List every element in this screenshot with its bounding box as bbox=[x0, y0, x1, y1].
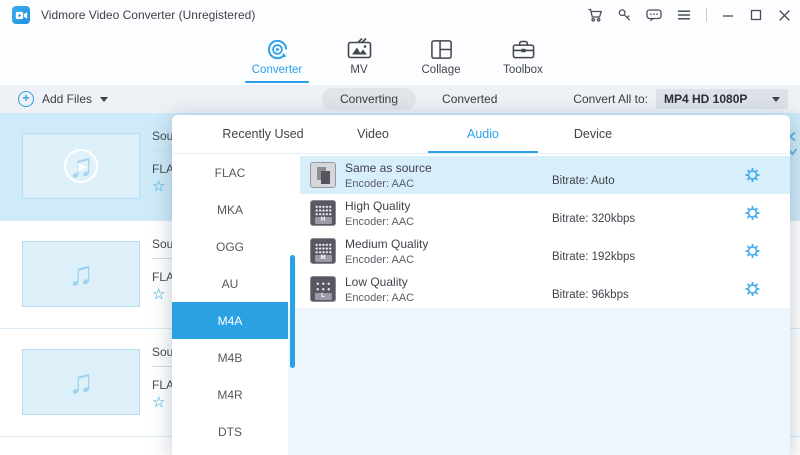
register-key-icon[interactable] bbox=[617, 8, 632, 23]
preset-row-high-quality[interactable]: H High Quality Encoder: AAC Bitrate: 320… bbox=[300, 194, 790, 232]
nav-tab-label: MV bbox=[350, 64, 367, 76]
preset-name: Medium Quality bbox=[345, 237, 428, 251]
format-item-ogg[interactable]: OGG bbox=[172, 228, 288, 265]
preset-bitrate: Bitrate: 320kbps bbox=[552, 213, 635, 225]
add-files-button[interactable]: + Add Files bbox=[18, 91, 108, 107]
feedback-icon[interactable] bbox=[646, 8, 662, 23]
nav-tab-collage[interactable]: Collage bbox=[402, 36, 480, 82]
preset-row-medium-quality[interactable]: M Medium Quality Encoder: AAC Bitrate: 1… bbox=[300, 232, 790, 270]
converter-icon bbox=[265, 36, 290, 62]
popup-tab-video[interactable]: Video bbox=[318, 115, 428, 153]
convert-all-dropdown[interactable]: MP4 HD 1080P bbox=[656, 89, 788, 109]
add-files-label: Add Files bbox=[42, 92, 92, 106]
collage-icon bbox=[430, 36, 453, 62]
nav-tab-label: Toolbox bbox=[503, 64, 543, 76]
toolbox-icon bbox=[511, 36, 536, 62]
source-preset-icon bbox=[310, 162, 336, 188]
preset-texts: Same as source Encoder: AAC bbox=[345, 161, 432, 190]
maximize-button[interactable] bbox=[749, 8, 763, 22]
gear-icon[interactable] bbox=[745, 244, 760, 259]
gear-icon[interactable] bbox=[745, 282, 760, 297]
format-item-m4r[interactable]: M4R bbox=[172, 376, 288, 413]
quality-badge: L bbox=[315, 293, 332, 300]
preset-name: Low Quality bbox=[345, 275, 414, 289]
tab-converting[interactable]: Converting bbox=[322, 88, 416, 110]
preset-encoder: Encoder: AAC bbox=[345, 292, 414, 304]
music-note-icon: ♫ bbox=[68, 365, 94, 399]
popup-tab-audio[interactable]: Audio bbox=[428, 115, 538, 153]
nav-tab-label: Converter bbox=[252, 64, 303, 76]
preset-list-empty-area bbox=[288, 308, 790, 455]
toolbar: + Add Files Converting Converted Convert… bbox=[0, 85, 800, 113]
popup-tab-recently-used[interactable]: Recently Used bbox=[208, 115, 318, 153]
titlebar-actions bbox=[587, 0, 792, 30]
titlebar-separator bbox=[706, 8, 707, 22]
favorite-star-icon[interactable]: ☆ bbox=[152, 177, 165, 195]
favorite-star-icon[interactable]: ☆ bbox=[152, 285, 165, 303]
preset-list: Same as source Encoder: AAC Bitrate: Aut… bbox=[300, 154, 790, 455]
app-logo-icon bbox=[12, 6, 30, 24]
format-selector-popup: Recently Used Video Audio Device FLAC MK… bbox=[172, 115, 790, 455]
preset-bitrate: Bitrate: 192kbps bbox=[552, 251, 635, 263]
nav-tab-label: Collage bbox=[422, 64, 461, 76]
window-title: Vidmore Video Converter (Unregistered) bbox=[41, 8, 255, 22]
minimize-button[interactable] bbox=[721, 8, 735, 22]
main-nav: Converter MV Collage Toolbox bbox=[0, 30, 800, 85]
preset-encoder: Encoder: AAC bbox=[345, 178, 432, 190]
format-sidebar: FLAC MKA OGG AU M4A M4B M4R DTS bbox=[172, 154, 288, 455]
quality-preset-icon: M bbox=[310, 238, 336, 264]
format-item-au[interactable]: AU bbox=[172, 265, 288, 302]
popup-tabs: Recently Used Video Audio Device bbox=[172, 115, 790, 154]
queue-tabs: Converting Converted bbox=[322, 85, 497, 113]
preset-bitrate: Bitrate: Auto bbox=[552, 175, 615, 187]
gear-icon[interactable] bbox=[745, 168, 760, 183]
preset-texts: High Quality Encoder: AAC bbox=[345, 199, 414, 228]
format-item-m4a[interactable]: M4A bbox=[172, 302, 288, 339]
music-note-icon: ♫ bbox=[68, 257, 94, 291]
quality-badge: H bbox=[315, 217, 332, 224]
scrollbar-thumb[interactable] bbox=[290, 255, 295, 368]
caret-down-icon[interactable] bbox=[100, 97, 108, 102]
nav-tab-converter[interactable]: Converter bbox=[238, 36, 316, 82]
format-item-dts[interactable]: DTS bbox=[172, 413, 288, 450]
preset-row-low-quality[interactable]: L Low Quality Encoder: AAC Bitrate: 96kb… bbox=[300, 270, 790, 308]
convert-all-group: Convert All to: MP4 HD 1080P bbox=[573, 85, 788, 113]
audio-thumbnail[interactable]: ♫ ▶ bbox=[22, 133, 140, 199]
preset-bitrate: Bitrate: 96kbps bbox=[552, 289, 629, 301]
close-button[interactable] bbox=[777, 8, 792, 23]
quality-preset-icon: L bbox=[310, 276, 336, 302]
preset-name: High Quality bbox=[345, 199, 414, 213]
favorite-star-icon[interactable]: ☆ bbox=[152, 393, 165, 411]
audio-thumbnail[interactable]: ♫ bbox=[22, 349, 140, 415]
mv-icon bbox=[347, 36, 372, 62]
menu-icon[interactable] bbox=[676, 8, 692, 22]
preset-encoder: Encoder: AAC bbox=[345, 216, 414, 228]
sidebar-scrollbar bbox=[288, 154, 300, 455]
preset-row-same-as-source[interactable]: Same as source Encoder: AAC Bitrate: Aut… bbox=[300, 156, 790, 194]
popup-tab-device[interactable]: Device bbox=[538, 115, 648, 153]
preset-texts: Medium Quality Encoder: AAC bbox=[345, 237, 428, 266]
gear-icon[interactable] bbox=[745, 206, 760, 221]
caret-down-icon bbox=[772, 97, 780, 102]
nav-tab-mv[interactable]: MV bbox=[320, 36, 398, 82]
preset-name: Same as source bbox=[345, 161, 432, 175]
nav-tab-toolbox[interactable]: Toolbox bbox=[484, 36, 562, 82]
convert-all-value: MP4 HD 1080P bbox=[664, 92, 772, 106]
preset-texts: Low Quality Encoder: AAC bbox=[345, 275, 414, 304]
preset-encoder: Encoder: AAC bbox=[345, 254, 428, 266]
quality-preset-icon: H bbox=[310, 200, 336, 226]
popup-body: FLAC MKA OGG AU M4A M4B M4R DTS Same as … bbox=[172, 154, 790, 455]
quality-badge: M bbox=[315, 255, 332, 262]
play-overlay-icon[interactable]: ▶ bbox=[64, 149, 98, 183]
convert-all-label: Convert All to: bbox=[573, 92, 648, 106]
format-item-flac[interactable]: FLAC bbox=[172, 154, 288, 191]
tab-converted[interactable]: Converted bbox=[442, 92, 497, 106]
store-cart-icon[interactable] bbox=[587, 7, 603, 23]
format-item-mka[interactable]: MKA bbox=[172, 191, 288, 228]
plus-icon: + bbox=[18, 91, 34, 107]
app-window: Vidmore Video Converter (Unregistered) bbox=[0, 0, 800, 455]
titlebar: Vidmore Video Converter (Unregistered) bbox=[0, 0, 800, 30]
format-item-m4b[interactable]: M4B bbox=[172, 339, 288, 376]
audio-thumbnail[interactable]: ♫ bbox=[22, 241, 140, 307]
